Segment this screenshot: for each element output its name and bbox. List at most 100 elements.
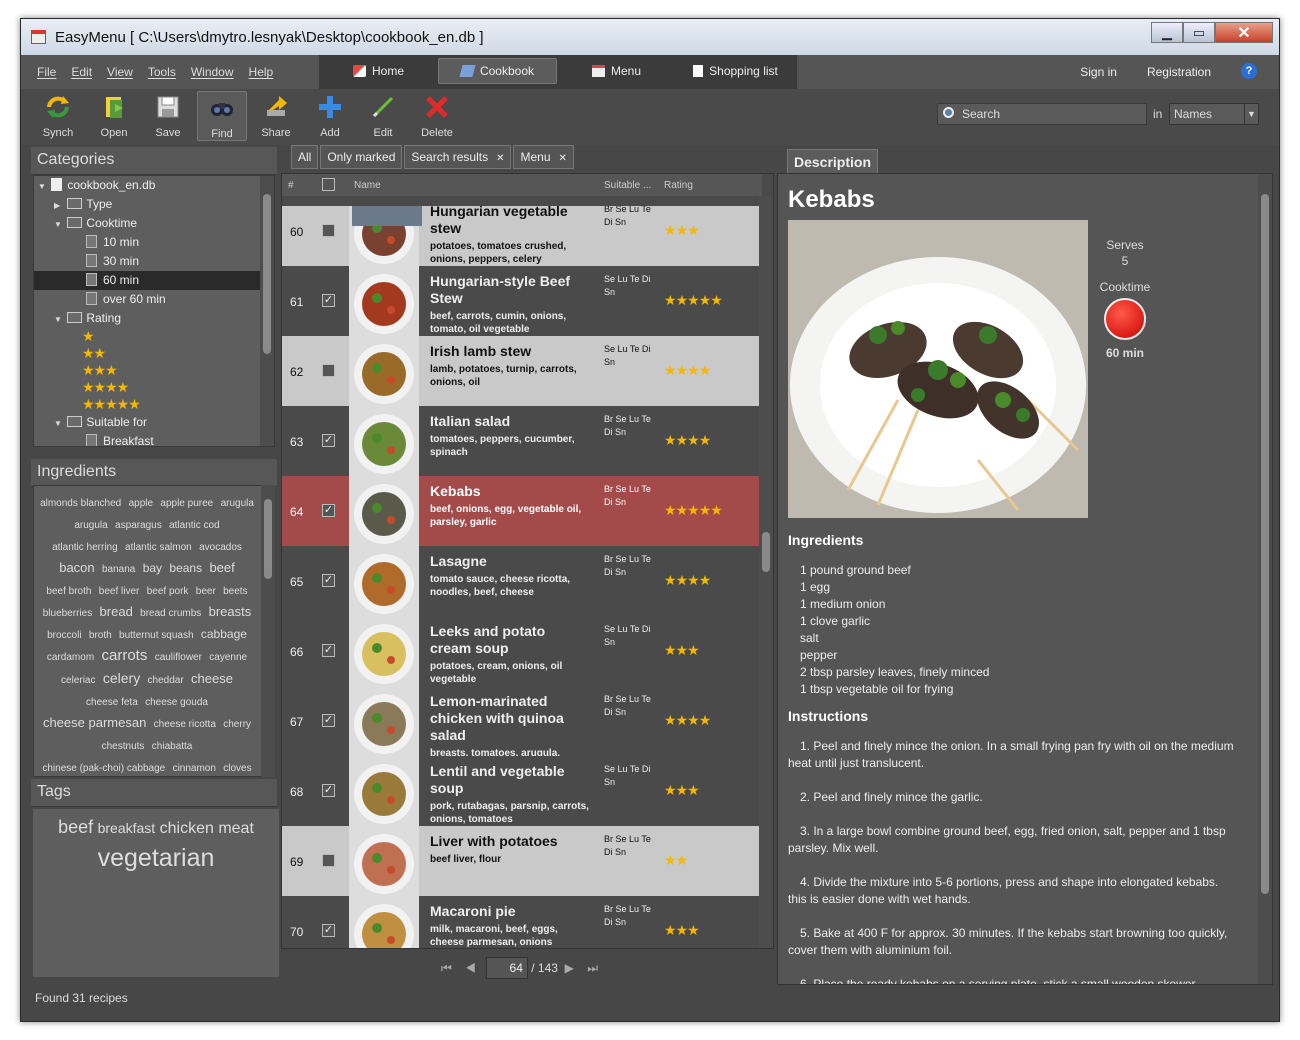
ingredient-tag[interactable]: cheese ricotta [154,719,216,730]
tab-only-marked[interactable]: Only marked [320,145,403,169]
recipe-checkbox[interactable]: ✓ [322,644,335,657]
recipe-checkbox[interactable]: ✓ [322,504,335,517]
ingredient-tag[interactable]: celery [103,670,140,686]
col-name[interactable]: Name [354,180,381,191]
recipe-checkbox[interactable] [322,364,335,377]
recipe-row[interactable]: 68 ✓ Lentil and vegetable soup pork, rutaba… [282,756,759,826]
menu-file[interactable]: File [37,65,56,79]
categories-scrollbar[interactable] [260,176,274,446]
menu-window[interactable]: Window [191,65,234,79]
tree-item-db[interactable]: ▼ cookbook_en.db [34,176,274,195]
search-input[interactable]: Search [937,103,1147,125]
recipe-checkbox[interactable]: ✓ [322,784,335,797]
tree-item-breakfast[interactable]: Breakfast [34,432,274,446]
ingredient-tag[interactable]: almonds blanched [40,498,121,509]
ingredient-tag[interactable]: cheese gouda [145,697,208,708]
menu-edit[interactable]: Edit [71,65,92,79]
ingredient-tag[interactable]: chinese (pak-choi) cabbage [42,763,165,774]
recipe-row[interactable]: 62 Irish lamb stew lamb, potatoes, turnip,… [282,336,759,406]
recipe-checkbox[interactable]: ✓ [322,714,335,727]
recipe-checkbox[interactable]: ✓ [322,574,335,587]
recipe-row[interactable]: 64 ✓ Kebabs beef, onions, egg, vegetable oi… [282,476,759,546]
ingredient-tag[interactable]: butternut squash [119,630,194,641]
tag-beef[interactable]: beef [58,817,93,837]
ingredient-tag[interactable]: banana [102,564,135,575]
recipe-row[interactable]: 65 ✓ Lasagne tomato sauce, cheese ricotta, … [282,546,759,616]
ingredient-tag[interactable]: apple [129,498,153,509]
first-page-icon[interactable]: ⏮ [441,961,452,975]
recipe-row[interactable]: 66 ✓ Leeks and potato cream soup potatoes, … [282,616,759,686]
save-button[interactable]: Save [143,91,193,141]
ingredient-tag[interactable]: carrots [102,647,148,664]
tag-breakfast[interactable]: breakfast [98,820,156,836]
ingredient-tag[interactable]: arugula [74,520,107,531]
tag-vegetarian[interactable]: vegetarian [33,844,279,873]
edit-button[interactable]: Edit [358,91,408,141]
ingredient-tag[interactable]: atlantic herring [52,542,118,553]
ingredient-tag[interactable]: cheese [191,671,233,686]
tree-item-suitable[interactable]: ▼ Suitable for [34,413,274,432]
prev-page-icon[interactable]: ◀ [465,961,476,975]
recipe-checkbox[interactable] [322,224,335,237]
tree-item-rating[interactable]: ▼ Rating [34,309,274,328]
tree-item-5star[interactable]: ★★★★★ [34,396,274,413]
recipe-row[interactable]: 67 ✓ Lemon-marinated chicken with quinoa s… [282,686,759,759]
description-scrollbar[interactable] [1258,174,1272,984]
recipe-checkbox[interactable]: ✓ [322,434,335,447]
ingredient-tag[interactable]: beans [169,561,202,575]
tree-item-60min[interactable]: 60 min [34,271,274,290]
add-button[interactable]: Add [305,91,355,141]
nav-menu[interactable]: Menu [557,58,676,84]
ingredient-tag[interactable]: beer [196,586,216,597]
col-suitable[interactable]: Suitable ... [604,180,651,191]
delete-button[interactable]: Delete [412,91,462,141]
recipe-row[interactable]: 70 ✓ Macaroni pie milk, macaroni, beef, egg… [282,896,759,948]
ingredient-tag[interactable]: beets [223,586,247,597]
tab-description[interactable]: Description [787,149,879,175]
share-button[interactable]: Share [251,91,301,141]
ingredient-tag[interactable]: cauliflower [155,652,202,663]
tree-item-2star[interactable]: ★★ [34,345,274,362]
close-tab-icon[interactable]: ✕ [496,153,504,164]
select-all-checkbox[interactable] [322,178,335,191]
ingredient-tag[interactable]: atlantic cod [169,520,220,531]
ingredient-tag[interactable]: cardamom [47,652,94,663]
close-button[interactable]: ✕ [1215,22,1273,43]
nav-shopping-list[interactable]: Shopping list [676,58,795,84]
menu-tools[interactable]: Tools [148,65,176,79]
tab-all[interactable]: All [291,145,319,169]
recipe-row[interactable]: 63 ✓ Italian salad tomatoes, peppers, cucum… [282,406,759,476]
menu-help[interactable]: Help [249,65,274,79]
tree-item-3star[interactable]: ★★★ [34,362,274,379]
search-field-select[interactable]: Names ▼ [1169,103,1259,125]
recipe-row[interactable]: 61 ✓ Hungarian-style Beef Stew beef, carrot… [282,266,759,336]
tree-item-over60[interactable]: over 60 min [34,290,274,309]
tag-meat[interactable]: meat [218,820,254,837]
ingredient-tag[interactable]: apple puree [160,498,213,509]
tree-item-30min[interactable]: 30 min [34,252,274,271]
ingredient-tag[interactable]: beef pork [147,586,189,597]
page-input[interactable]: 64 [485,957,528,979]
ingredient-tag[interactable]: cinnamon [173,763,216,774]
ingredient-tag[interactable]: bay [143,561,162,575]
tab-search-results[interactable]: Search results ✕ [404,145,512,169]
ingredients-scrollbar[interactable] [261,485,275,777]
nav-home[interactable]: Home [319,58,438,84]
next-page-icon[interactable]: ▶ [565,961,574,975]
ingredient-tag[interactable]: bread [100,604,133,619]
ingredient-tag[interactable]: celeriac [61,675,95,686]
nav-cookbook[interactable]: Cookbook [438,58,557,84]
synch-button[interactable]: Synch [33,91,83,141]
ingredient-tag[interactable]: asparagus [115,520,162,531]
minimize-button[interactable]: ▁ [1151,22,1183,43]
tag-chicken[interactable]: chicken [160,820,214,837]
tree-item-1star[interactable]: ★ [34,328,274,345]
maximize-button[interactable]: ▭ [1183,22,1215,43]
recipe-row[interactable]: 69 Liver with potatoes beef liver, flour Br… [282,826,759,896]
recipe-checkbox[interactable]: ✓ [322,294,335,307]
ingredient-tag[interactable]: broth [89,630,112,641]
ingredient-tag[interactable]: avocados [199,542,242,553]
ingredient-tag[interactable]: cayenne [209,652,247,663]
ingredient-tag[interactable]: bread crumbs [140,608,201,619]
registration-link[interactable]: Registration [1147,65,1211,79]
